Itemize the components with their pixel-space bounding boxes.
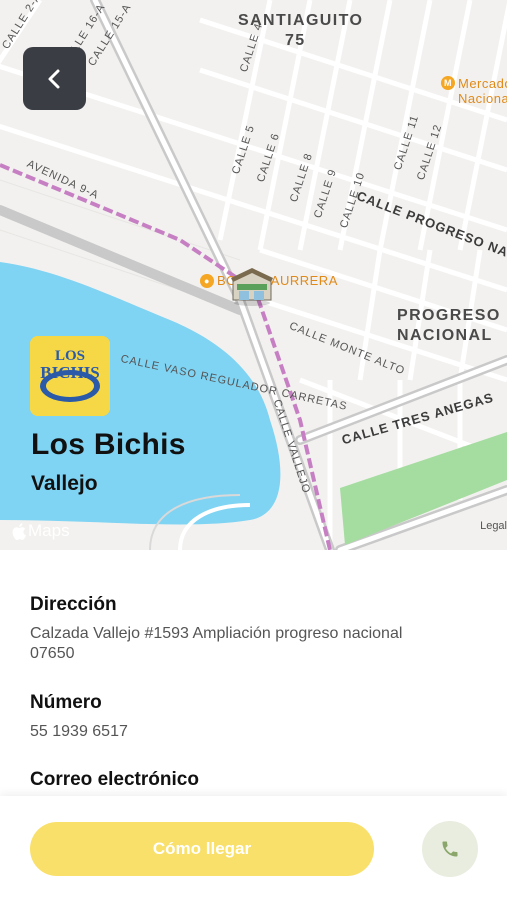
store-logo: LOS BICHIS: [30, 336, 110, 416]
email-label: Correo electrónico: [30, 769, 199, 790]
phone-label: Número: [30, 692, 102, 713]
apple-logo-icon: [12, 522, 26, 540]
map-label-progreso-1: PROGRESO: [397, 307, 501, 324]
email-section: Correo electrónico: [30, 769, 470, 791]
map-poi-mercado-line1: Mercado: [458, 76, 507, 91]
store-branch: Vallejo: [31, 472, 98, 495]
call-button[interactable]: [422, 821, 478, 877]
phone-value[interactable]: 55 1939 6517: [30, 722, 470, 742]
address-label: Dirección: [30, 594, 117, 615]
map-poi-mercado-line2: Naciona: [458, 91, 507, 106]
map-label-progreso-2: NACIONAL: [397, 327, 493, 344]
directions-button[interactable]: Cómo llegar: [30, 822, 374, 876]
store-name: Los Bichis: [31, 428, 186, 461]
store-marker-icon[interactable]: [229, 268, 275, 306]
chevron-left-icon: [48, 69, 59, 88]
phone-section: Número 55 1939 6517: [30, 692, 470, 742]
logo-text-main: BICHIS: [40, 363, 100, 382]
phone-icon: [442, 841, 458, 857]
back-button[interactable]: [23, 47, 86, 110]
map-poi-mercado[interactable]: M Mercado Naciona: [441, 76, 507, 106]
map-view[interactable]: SANTIAGUITO 75 PROGRESO NACIONAL CALLE P…: [0, 0, 507, 550]
maps-credit: Maps: [12, 521, 70, 541]
map-label-santiaguito-num: 75: [285, 32, 306, 49]
maps-credit-text: Maps: [28, 521, 70, 540]
market-icon: M: [441, 76, 455, 90]
address-section: Dirección Calzada Vallejo #1593 Ampliaci…: [30, 594, 470, 664]
legal-link[interactable]: Legal: [480, 520, 507, 532]
map-poi-bodega-right: AURRERA: [270, 273, 338, 288]
shopping-cart-icon: ●: [200, 273, 214, 288]
store-details: Dirección Calzada Vallejo #1593 Ampliaci…: [30, 594, 470, 799]
logo-text-top: LOS: [55, 348, 85, 364]
address-value: Calzada Vallejo #1593 Ampliación progres…: [30, 625, 403, 662]
